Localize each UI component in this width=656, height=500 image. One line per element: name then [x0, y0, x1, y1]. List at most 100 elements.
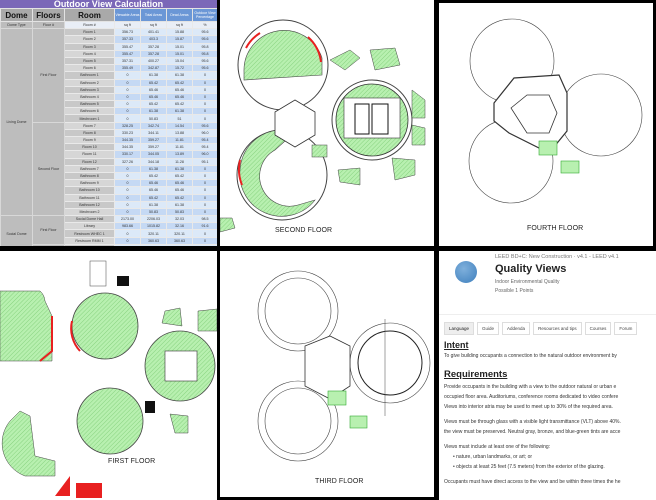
table-row: Second Floor Room 7 328.25 342.74 14.54 95.6	[1, 121, 217, 217]
tab-language[interactable]: Language	[444, 322, 475, 335]
value-cell: 0	[114, 71, 141, 80]
value-cell: 0	[114, 179, 141, 188]
value-cell: 983.66	[114, 222, 141, 231]
value-cell: 51	[166, 114, 193, 123]
credit-tabs: Language Guide Addenda Resources and tip…	[444, 322, 638, 335]
requirements-line: Views into interior atria may be used to…	[444, 404, 613, 410]
second-floor-drawing	[220, 19, 426, 233]
value-cell: 50.83	[166, 207, 193, 217]
value-cell: 34.48	[166, 243, 193, 246]
value-cell: 342.87	[140, 64, 167, 73]
units-row: Dome Type Floor # Room # sq ft sq ft sq ft%	[0, 20, 217, 30]
credit-category: Indoor Environmental Quality	[495, 279, 560, 285]
tab-resources[interactable]: Resources and tips	[533, 322, 582, 335]
value-cell: 401.41	[140, 28, 167, 37]
room-cell: Room 1	[64, 28, 115, 37]
value-cell: 0	[114, 85, 141, 94]
value-cell: 98.5	[192, 215, 217, 224]
unit-cell: sq ft	[166, 20, 193, 30]
value-cell: 0	[114, 171, 141, 181]
first-floor-caption: FIRST FLOOR	[108, 458, 156, 465]
value-cell: 0	[192, 78, 217, 87]
value-cell: 0	[114, 114, 141, 123]
tab-courses[interactable]: Courses	[584, 322, 612, 335]
intent-text: To give building occupants a connection …	[444, 353, 617, 359]
value-cell: 65.46	[140, 85, 167, 94]
breadcrumb[interactable]: LEED BD+C: New Construction · v4.1 - LEE…	[495, 254, 619, 260]
room-cell: Restroom RMM 1	[64, 236, 115, 245]
value-cell: 0	[192, 207, 217, 217]
value-cell: 2206.03	[140, 215, 167, 224]
value-cell: 65.46	[140, 92, 167, 102]
table-row: Social Dome First Floor Social Dome Hall 21…	[0, 215, 217, 246]
value-cell: 0	[114, 78, 141, 87]
value-cell: 400.27	[140, 56, 167, 66]
value-cell: 32.03	[166, 215, 193, 224]
value-cell: 61.38	[140, 200, 167, 209]
value-cell: 11.81	[166, 135, 193, 145]
first-floor-plan: FIRST FLOOR	[0, 251, 217, 500]
value-cell: 15.72	[166, 64, 193, 73]
value-cell: 1015.82	[140, 222, 167, 231]
floor-cell: Second Floor	[32, 121, 65, 217]
value-cell: 357.28	[140, 49, 167, 58]
value-cell: 13.88	[166, 128, 193, 138]
unit-cell: Room #	[64, 20, 115, 30]
value-cell: 359.27	[140, 135, 167, 145]
header-dome: Dome	[0, 8, 33, 22]
room-cell: Bathroom 8	[64, 171, 115, 181]
requirements-line: occupied floor area. Auditoriums, confer…	[444, 394, 619, 400]
room-cell: Library	[64, 222, 115, 231]
value-cell: 61.38	[140, 164, 167, 173]
value-cell: 65.46	[140, 186, 167, 195]
room-cell: Mechroom 2	[64, 207, 115, 217]
glass-line: Views must be through glass with a visib…	[444, 419, 621, 425]
floor-cell: Second Floor	[32, 243, 65, 246]
third-floor-drawing	[257, 270, 431, 462]
room-cell: Restroom WHEC 1	[64, 229, 115, 238]
room-cell: Room 8	[64, 128, 115, 138]
fourth-floor-plan: FOURTH FLOOR	[439, 3, 653, 246]
value-cell: 15.04	[166, 56, 193, 66]
value-cell: 65.42	[166, 171, 193, 181]
room-cell: Bathroom 1	[64, 71, 115, 80]
value-cell: 342.74	[140, 121, 167, 130]
value-cell: 65.42	[166, 78, 193, 87]
value-cell: 0	[192, 114, 217, 123]
header-total: Total Areas	[140, 8, 167, 22]
value-cell: 330.17	[114, 150, 141, 159]
value-cell: 15.87	[166, 35, 193, 44]
value-cell: 65.42	[140, 171, 167, 181]
value-cell: 95.8	[192, 42, 217, 51]
floor-cell: First Floor	[32, 28, 65, 123]
tab-addenda[interactable]: Addenda	[502, 322, 531, 335]
value-cell: 50.83	[140, 114, 167, 123]
value-cell: 11.81	[166, 143, 193, 152]
value-cell: 355.47	[114, 42, 141, 51]
room-cell: Bathroom 10	[64, 186, 115, 195]
value-cell: 355.47	[114, 49, 141, 58]
room-cell: Room 10	[64, 143, 115, 152]
value-cell: 320.11	[140, 229, 167, 238]
outdoor-view-calculation-spreadsheet: Outdoor View Calculation Dome Floors Roo…	[0, 0, 217, 246]
value-cell: 95.6	[192, 56, 217, 66]
requirements-heading: Requirements	[444, 369, 508, 380]
requirements-line: Provide occupants in the building with a…	[444, 384, 617, 390]
value-cell: 61.38	[166, 107, 193, 116]
tab-forum[interactable]: Forum	[614, 322, 638, 335]
room-cell: Room 4	[64, 49, 115, 58]
value-cell: 65.46	[166, 85, 193, 94]
room-cell: Room 12	[64, 157, 115, 166]
unit-cell: Dome Type	[0, 20, 33, 30]
value-cell: 0	[114, 207, 141, 217]
value-cell: 356.73	[114, 28, 141, 37]
room-cell: Bathroom 7	[64, 164, 115, 173]
value-cell: 1034.07	[140, 243, 167, 246]
tab-guide[interactable]: Guide	[477, 322, 500, 335]
value-cell: 65.46	[166, 186, 193, 195]
table-title: Outdoor View Calculation	[0, 0, 217, 8]
second-floor-caption: SECOND FLOOR	[275, 227, 333, 234]
value-cell: 0	[114, 200, 141, 209]
value-cell: 13.89	[166, 150, 193, 159]
room-cell: Bathroom 4	[64, 92, 115, 102]
